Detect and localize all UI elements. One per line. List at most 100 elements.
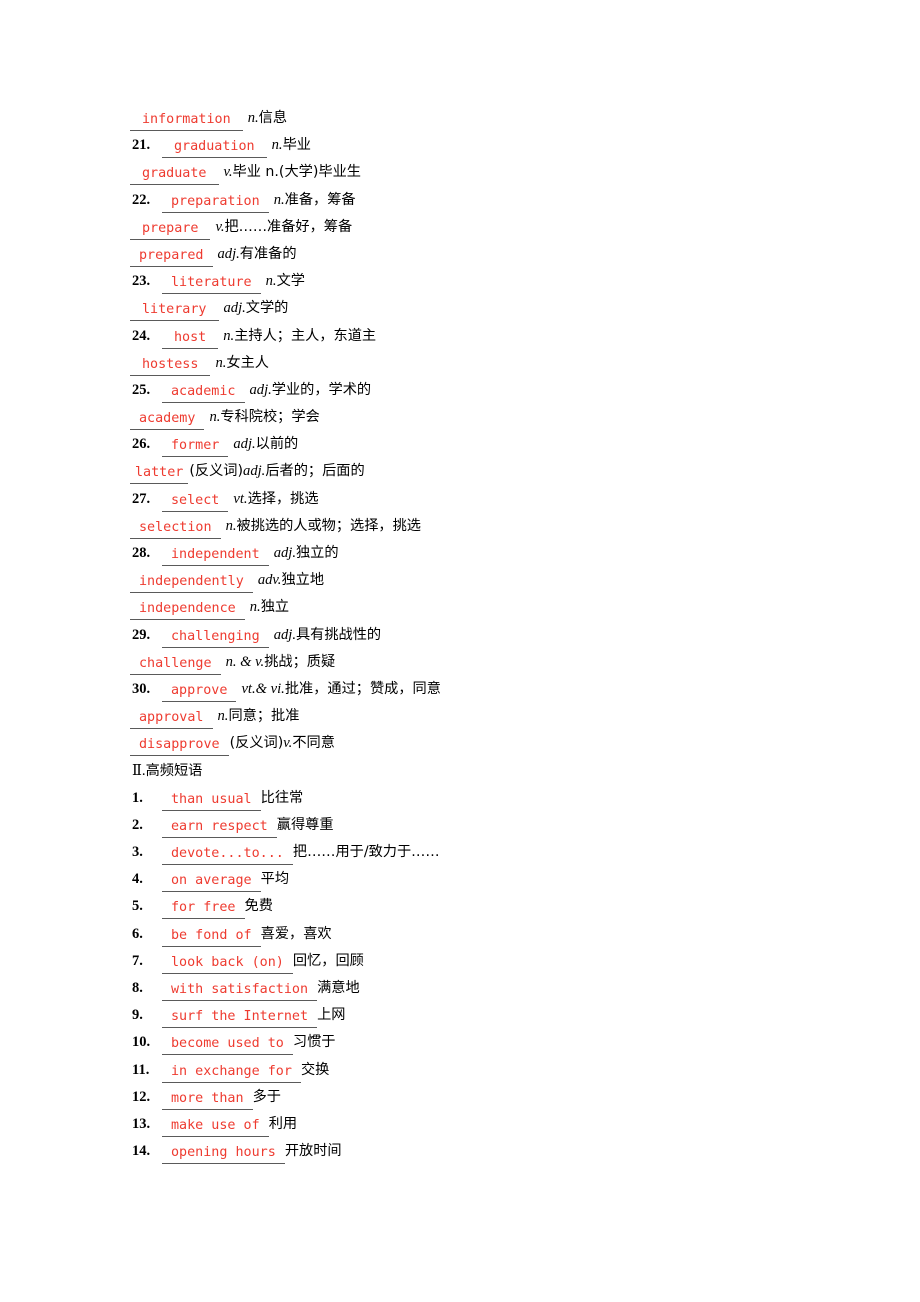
entry-definition: adv.独立地 [258, 567, 324, 594]
entry-definition: n.同意；批准 [218, 703, 300, 730]
answer-blank[interactable]: than usual [162, 790, 261, 811]
answer-blank[interactable]: independent [162, 545, 269, 566]
part-of-speech: v. [223, 164, 233, 181]
vocab-entry: 25. academic adj.学业的，学术的 [132, 377, 860, 404]
chinese-meaning: 平均 [260, 871, 290, 888]
chinese-meaning: 开放时间 [284, 1143, 342, 1160]
phrase-entry: 1. than usual 比往常 [132, 785, 860, 812]
chinese-meaning: 免费 [244, 898, 273, 915]
vocab-entry: 28. independent adj.独立的 [132, 540, 860, 567]
chinese-meaning: 交换 [300, 1061, 330, 1078]
phrase-entry: 13. make use of 利用 [132, 1111, 860, 1138]
answer-blank[interactable]: information [130, 110, 243, 131]
entry-definition: adj.学业的，学术的 [250, 377, 372, 404]
vocabulary-list: information n.信息 21. graduation n.毕业 graduate… [130, 105, 860, 758]
answer-blank[interactable]: academy [130, 409, 205, 431]
answer-blank[interactable]: approve [162, 681, 237, 702]
vocab-entry: approval n.同意；批准 [130, 703, 860, 730]
chinese-meaning: 挑战；质疑 [264, 653, 336, 670]
answer-blank[interactable]: challenging [162, 627, 269, 648]
answer-blank[interactable]: prepared [130, 246, 213, 267]
chinese-meaning: 独立 [260, 599, 290, 616]
entry-definition: n.文学 [266, 268, 305, 295]
answer-blank[interactable]: become used to [162, 1034, 293, 1056]
answer-blank[interactable]: latter [130, 463, 189, 485]
entry-definition: adj.有准备的 [218, 241, 297, 268]
chinese-meaning: 习惯于 [292, 1034, 336, 1051]
phrase-number: 7. [132, 952, 143, 969]
answer-blank[interactable]: preparation [162, 192, 269, 213]
chinese-meaning: 学业的，学术的 [271, 381, 372, 398]
phrase-number: 1. [132, 789, 143, 806]
vocab-entry: selection n.被挑选的人或物；选择，挑选 [130, 513, 860, 540]
phrase-number: 8. [132, 980, 143, 996]
entry-definition: n.独立 [250, 594, 289, 621]
answer-blank[interactable]: surf the Internet [162, 1007, 318, 1029]
answer-blank[interactable]: on average [162, 871, 261, 893]
phrase-entry: 10. become used to 习惯于 [132, 1029, 860, 1056]
part-of-speech: n. & v. [225, 653, 265, 670]
vocab-entry: independently adv.独立地 [130, 567, 860, 594]
chinese-meaning: 独立地 [281, 572, 325, 589]
answer-blank[interactable]: former [162, 436, 229, 458]
entry-definition: adj.具有挑战性的 [274, 622, 381, 649]
answer-blank[interactable]: host [162, 328, 219, 349]
vocab-entry: disapprove (反义词)v.不同意 [130, 730, 860, 757]
entry-number: 25. [132, 381, 151, 398]
answer-blank[interactable]: selection [130, 518, 221, 539]
chinese-meaning: 信息 [258, 110, 288, 126]
answer-blank[interactable]: opening hours [162, 1143, 285, 1165]
answer-blank[interactable]: approval [130, 708, 213, 730]
section-heading-phrases: Ⅱ.高频短语 [132, 758, 860, 785]
answer-blank[interactable]: devote...to... [162, 844, 293, 866]
answer-blank[interactable]: more than [162, 1089, 253, 1110]
phrase-number: 12. [132, 1088, 151, 1105]
answer-blank[interactable]: challenge [130, 654, 221, 675]
chinese-meaning: 把……准备好，筹备 [224, 218, 353, 235]
answer-blank[interactable]: select [162, 491, 229, 512]
part-of-speech: vt. [233, 490, 248, 507]
phrase-entry: 7. look back (on) 回忆，回顾 [132, 948, 860, 975]
chinese-meaning: 有准备的 [239, 245, 297, 262]
chinese-meaning: 赢得尊重 [276, 816, 334, 833]
answer-blank[interactable]: graduate [130, 164, 219, 186]
answer-blank[interactable]: academic [162, 382, 245, 403]
chinese-meaning: 上网 [317, 1007, 346, 1024]
answer-blank[interactable]: be fond of [162, 926, 261, 947]
entry-definition: (反义词)v.不同意 [230, 730, 335, 757]
entry-number: 24. [132, 327, 151, 344]
answer-blank[interactable]: independence [130, 599, 245, 621]
chinese-meaning: 利用 [268, 1115, 298, 1132]
part-of-speech: adj. [217, 245, 240, 262]
part-of-speech: vt.& vi. [241, 680, 285, 697]
answer-blank[interactable]: independently [130, 572, 253, 594]
vocab-entry: challenge n. & v.挑战；质疑 [130, 649, 860, 676]
phrase-entry: 11. in exchange for 交换 [132, 1057, 860, 1084]
answer-blank[interactable]: disapprove [130, 735, 229, 757]
part-of-speech: adj. [273, 545, 296, 561]
entry-number: 21. [132, 137, 151, 154]
chinese-meaning: 多于 [252, 1088, 281, 1105]
chinese-meaning: 不同意 [292, 735, 335, 752]
part-of-speech: adj. [249, 381, 272, 398]
answer-blank[interactable]: literary [130, 300, 219, 322]
answer-blank[interactable]: look back (on) [162, 953, 293, 974]
phrase-number: 6. [132, 925, 143, 942]
vocab-entry: 23. literature n.文学 [132, 268, 860, 295]
answer-blank[interactable]: literature [162, 273, 261, 295]
answer-blank[interactable]: with satisfaction [162, 980, 318, 1001]
answer-blank[interactable]: for free [162, 898, 245, 920]
chinese-meaning: 被挑选的人或物；选择，挑选 [236, 517, 421, 534]
phrase-number: 9. [132, 1007, 143, 1024]
vocab-entry: 30. approve vt.& vi.批准，通过；赞成，同意 [132, 676, 860, 703]
entry-number: 22. [132, 191, 151, 208]
answer-blank[interactable]: graduation [162, 137, 267, 159]
answer-blank[interactable]: make use of [162, 1116, 269, 1137]
vocab-entry: literary adj.文学的 [130, 295, 860, 322]
answer-blank[interactable]: in exchange for [162, 1062, 301, 1083]
answer-blank[interactable]: hostess [130, 355, 211, 376]
answer-blank[interactable]: prepare [130, 219, 211, 240]
chinese-meaning: 比往常 [260, 789, 304, 806]
entry-number: 30. [132, 680, 151, 697]
answer-blank[interactable]: earn respect [162, 817, 277, 838]
